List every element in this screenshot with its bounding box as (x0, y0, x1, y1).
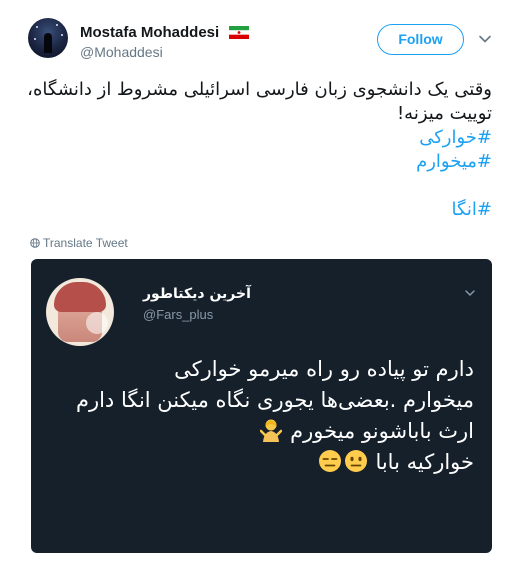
hashtag-link[interactable]: #انگا (22, 198, 492, 222)
quoted-author-name: آخرین دیکتاطور (143, 286, 251, 302)
author-names: Mostafa Mohaddesi @Mohaddesi (80, 22, 250, 60)
tweet-header: Mostafa Mohaddesi @Mohaddesi Follow (0, 0, 512, 60)
hashtag-link[interactable]: #میخوارم (22, 150, 492, 174)
quoted-line: ارث باباشونو میخورم (290, 419, 474, 443)
chevron-down-icon[interactable] (478, 32, 492, 46)
quoted-line: دارم تو پیاده رو راه میرمو خوارکی (174, 357, 474, 381)
hashtag-link[interactable]: #خوارکی (22, 126, 492, 150)
tweet-text: وقتی یک دانشجوی زبان فارسی اسرائیلی مشرو… (22, 78, 492, 222)
globe-icon (30, 238, 40, 248)
woman-shrugging-icon (260, 419, 283, 442)
quoted-line: میخوارم .بعضی‌ها یجوری نگاه میکنن انگا د… (75, 388, 474, 412)
tweet-line: توییت میزنه! (396, 103, 492, 124)
author-avatar[interactable] (28, 18, 68, 58)
quoted-author-handle: @Fars_plus (143, 307, 214, 322)
quoted-tweet-image[interactable]: آخرین دیکتاطور @Fars_plus دارم تو پیاده … (31, 259, 492, 553)
iran-flag-icon (229, 26, 250, 39)
follow-button[interactable]: Follow (377, 24, 464, 55)
author-display-name[interactable]: Mostafa Mohaddesi (80, 24, 219, 41)
author-handle[interactable]: @Mohaddesi (80, 44, 249, 60)
translate-tweet-link[interactable]: Translate Tweet (30, 236, 128, 250)
quoted-line: خوارکیه بابا (375, 450, 474, 474)
expressionless-face-icon (318, 450, 341, 472)
chevron-down-icon (465, 290, 475, 296)
quoted-line-with-emoji: ارث باباشونو میخورم (44, 416, 474, 447)
quoted-tweet-text: دارم تو پیاده رو راه میرمو خوارکی میخوار… (44, 354, 474, 478)
quoted-line-with-emoji: خوارکیه بابا (44, 447, 474, 478)
neutral-face-icon (344, 450, 367, 472)
translate-label: Translate Tweet (43, 236, 128, 250)
quoted-author-avatar (46, 278, 114, 346)
tweet-line: وقتی یک دانشجوی زبان فارسی اسرائیلی مشرو… (27, 79, 492, 100)
